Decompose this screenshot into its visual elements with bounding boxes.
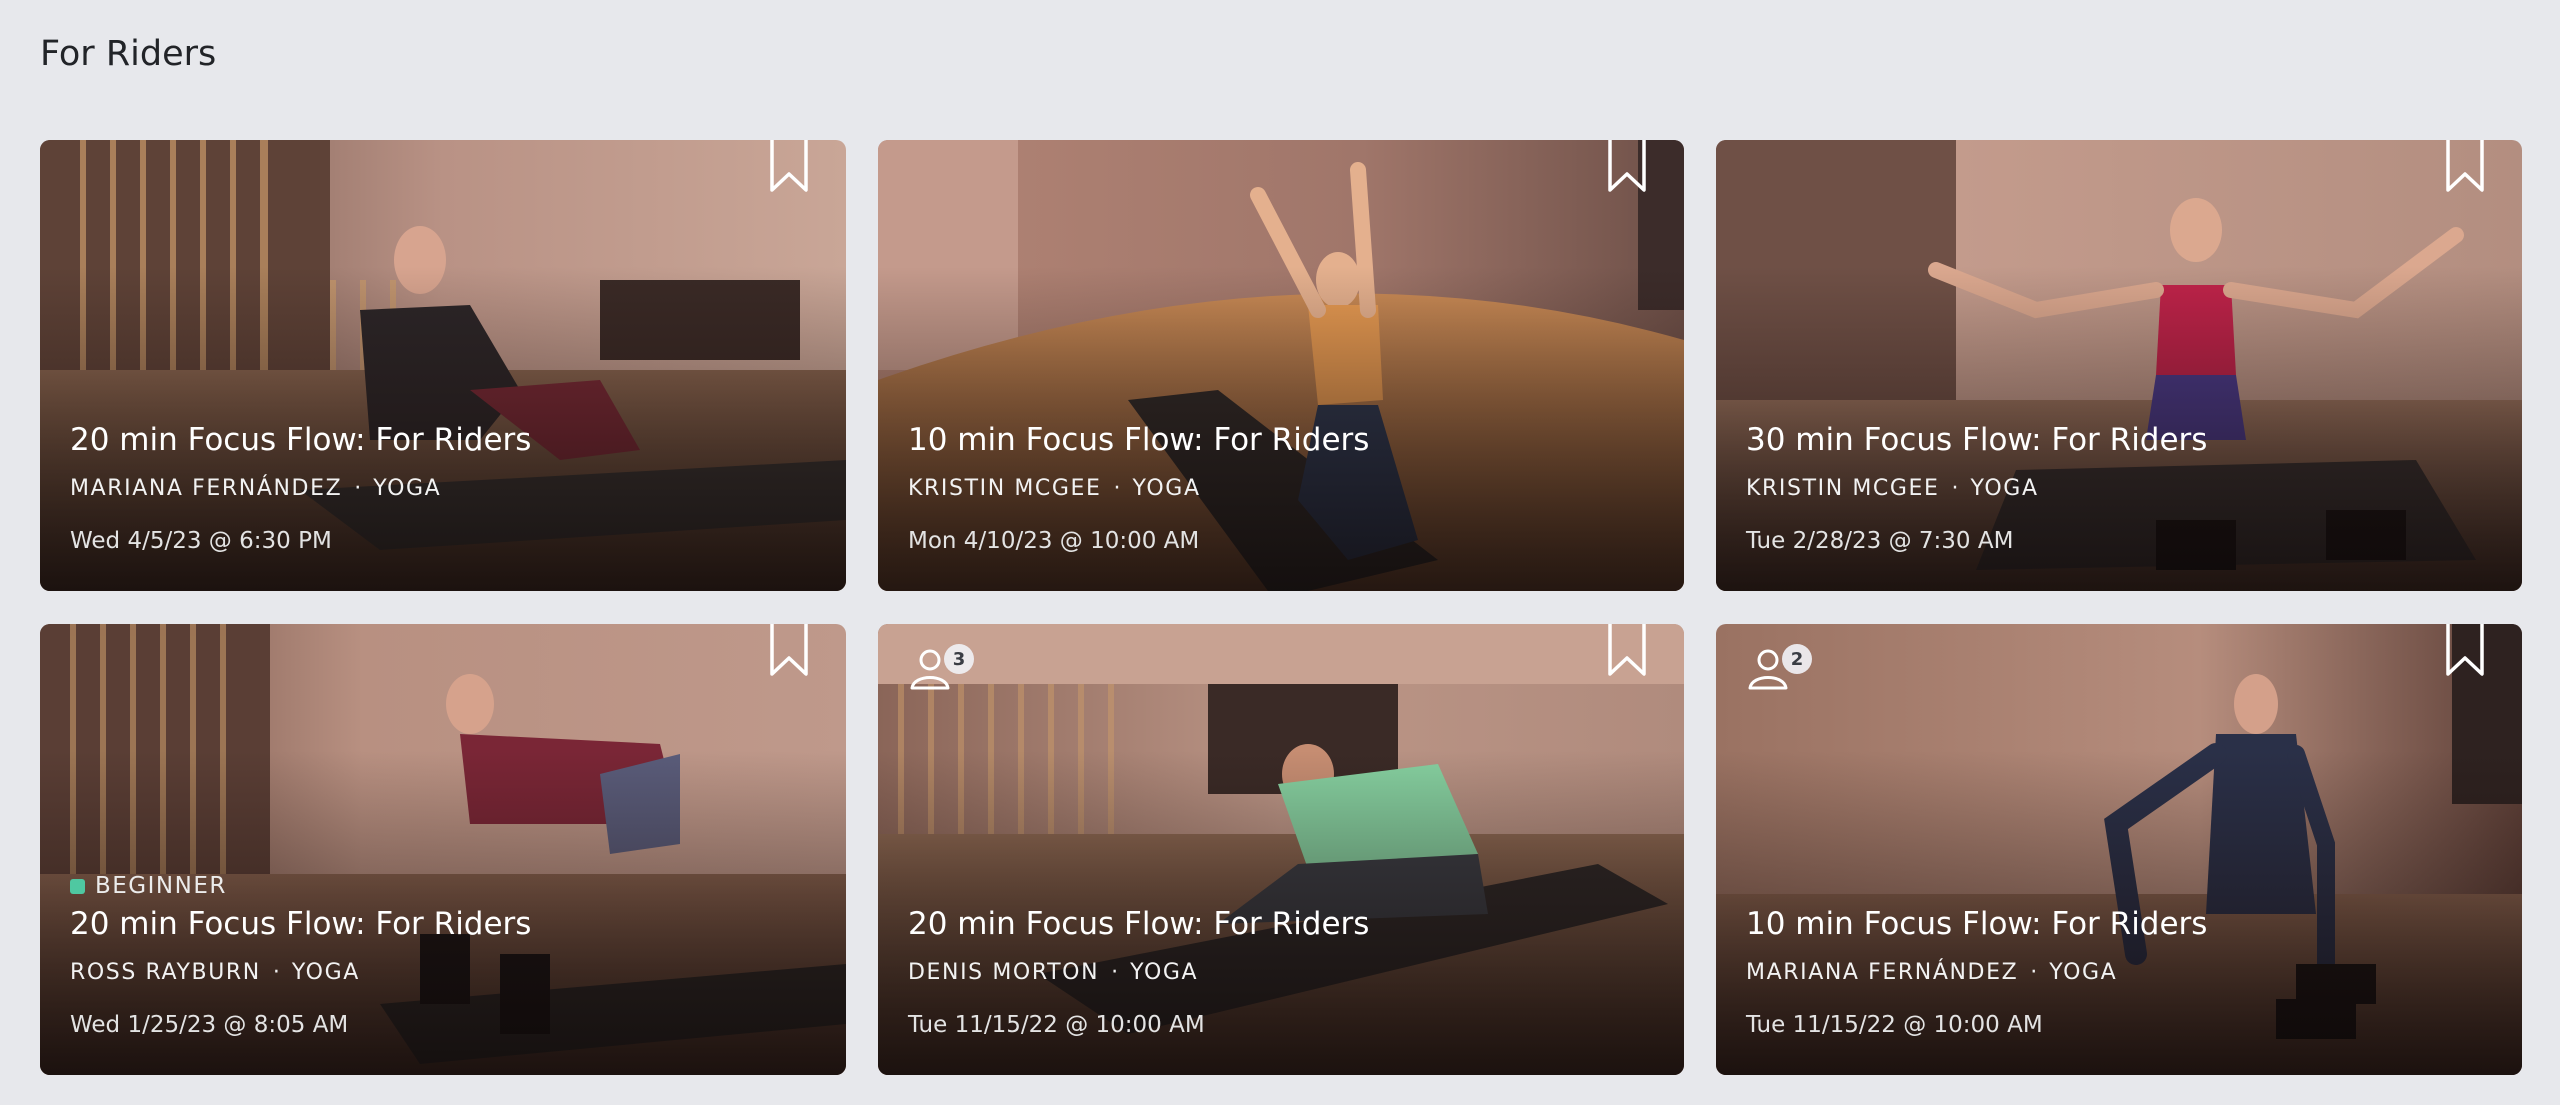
- class-category: YOGA: [1970, 476, 2039, 501]
- class-grid: 20 min Focus Flow: For Riders MARIANA FE…: [40, 140, 2522, 1075]
- friends-taken-indicator[interactable]: 3: [908, 644, 974, 690]
- class-card[interactable]: 20 min Focus Flow: For Riders MARIANA FE…: [40, 140, 846, 591]
- bookmark-icon[interactable]: [2444, 624, 2486, 678]
- class-title: 10 min Focus Flow: For Riders: [1746, 906, 2208, 942]
- class-date: Tue 11/15/22 @ 10:00 AM: [908, 1012, 1205, 1038]
- class-category: YOGA: [1132, 476, 1201, 501]
- difficulty-label: BEGINNER: [95, 873, 227, 899]
- class-category: YOGA: [2049, 960, 2118, 985]
- instructor-name[interactable]: KRISTIN MCGEE: [1746, 476, 1940, 501]
- thumbnail-overlay: [40, 140, 846, 591]
- instructor-name[interactable]: MARIANA FERNÁNDEZ: [1746, 960, 2018, 985]
- instructor-name[interactable]: KRISTIN MCGEE: [908, 476, 1102, 501]
- instructor-name[interactable]: MARIANA FERNÁNDEZ: [70, 476, 342, 501]
- class-title: 20 min Focus Flow: For Riders: [70, 906, 532, 942]
- class-title: 20 min Focus Flow: For Riders: [908, 906, 1370, 942]
- section-title: For Riders: [40, 34, 217, 74]
- instructor-name[interactable]: DENIS MORTON: [908, 960, 1099, 985]
- class-meta: MARIANA FERNÁNDEZ · YOGA: [1746, 960, 2117, 985]
- bookmark-icon[interactable]: [768, 624, 810, 678]
- thumbnail-overlay: [40, 624, 846, 1075]
- instructor-name[interactable]: ROSS RAYBURN: [70, 960, 261, 985]
- meta-separator: ·: [1951, 476, 1959, 501]
- class-card[interactable]: 2 10 min Focus Flow: For Riders MARIANA …: [1716, 624, 2522, 1075]
- bookmark-icon[interactable]: [768, 140, 810, 194]
- class-card[interactable]: 30 min Focus Flow: For Riders KRISTIN MC…: [1716, 140, 2522, 591]
- bookmark-icon[interactable]: [1606, 140, 1648, 194]
- class-card[interactable]: 10 min Focus Flow: For Riders KRISTIN MC…: [878, 140, 1684, 591]
- class-category: YOGA: [1130, 960, 1199, 985]
- class-date: Mon 4/10/23 @ 10:00 AM: [908, 528, 1200, 554]
- bookmark-icon[interactable]: [1606, 624, 1648, 678]
- bookmark-icon[interactable]: [2444, 140, 2486, 194]
- class-meta: MARIANA FERNÁNDEZ · YOGA: [70, 476, 441, 501]
- class-meta: KRISTIN MCGEE · YOGA: [1746, 476, 2039, 501]
- class-date: Tue 11/15/22 @ 10:00 AM: [1746, 1012, 2043, 1038]
- class-category: YOGA: [291, 960, 360, 985]
- difficulty-badge: BEGINNER: [70, 873, 227, 899]
- meta-separator: ·: [2030, 960, 2038, 985]
- class-title: 10 min Focus Flow: For Riders: [908, 422, 1370, 458]
- friends-count: 2: [1782, 644, 1812, 674]
- friends-count: 3: [944, 644, 974, 674]
- class-date: Wed 4/5/23 @ 6:30 PM: [70, 528, 332, 554]
- meta-separator: ·: [1111, 960, 1119, 985]
- thumbnail-overlay: [1716, 140, 2522, 591]
- class-title: 30 min Focus Flow: For Riders: [1746, 422, 2208, 458]
- class-card[interactable]: BEGINNER 20 min Focus Flow: For Riders R…: [40, 624, 846, 1075]
- class-date: Tue 2/28/23 @ 7:30 AM: [1746, 528, 2014, 554]
- class-meta: KRISTIN MCGEE · YOGA: [908, 476, 1201, 501]
- thumbnail-overlay: [1716, 624, 2522, 1075]
- class-title: 20 min Focus Flow: For Riders: [70, 422, 532, 458]
- thumbnail-overlay: [878, 140, 1684, 591]
- class-meta: ROSS RAYBURN · YOGA: [70, 960, 360, 985]
- class-meta: DENIS MORTON · YOGA: [908, 960, 1198, 985]
- meta-separator: ·: [354, 476, 362, 501]
- thumbnail-overlay: [878, 624, 1684, 1075]
- difficulty-dot: [70, 878, 85, 894]
- friends-taken-indicator[interactable]: 2: [1746, 644, 1812, 690]
- class-date: Wed 1/25/23 @ 8:05 AM: [70, 1012, 349, 1038]
- meta-separator: ·: [272, 960, 280, 985]
- class-category: YOGA: [373, 476, 442, 501]
- meta-separator: ·: [1113, 476, 1121, 501]
- class-card[interactable]: 3 20 min Focus Flow: For Riders DENIS MO…: [878, 624, 1684, 1075]
